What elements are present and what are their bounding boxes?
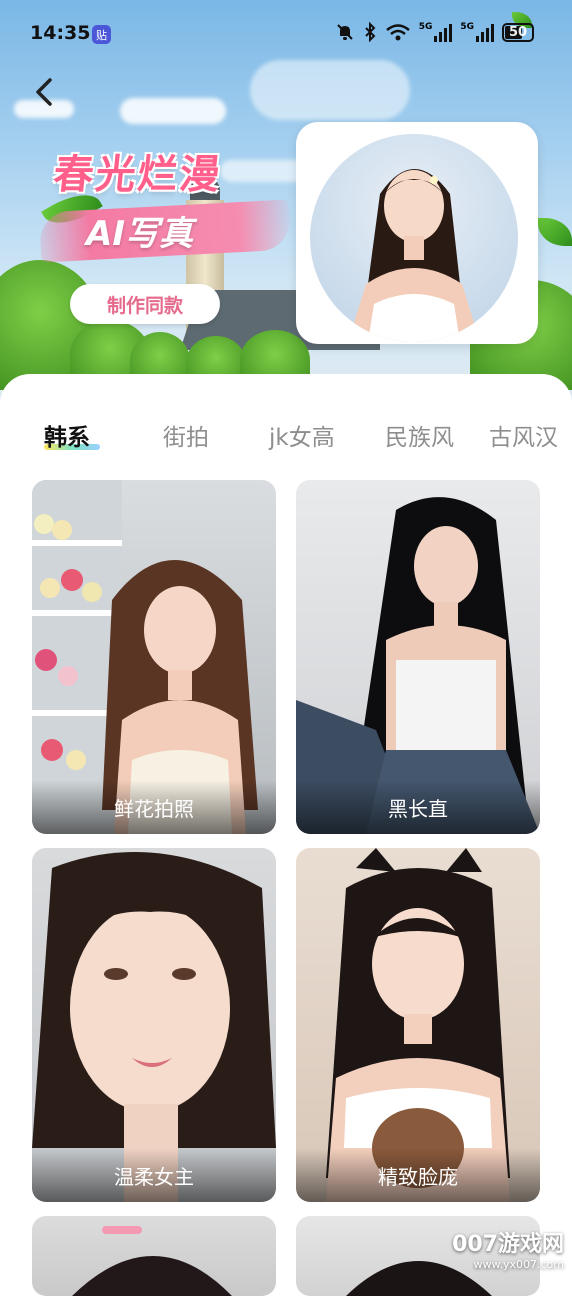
portrait-photo	[72, 1226, 232, 1296]
category-tabs: 韩系 街拍 jk女高 民族风 古风汉	[0, 418, 572, 458]
portrait-illustration	[348, 169, 480, 342]
cellular-signal-2: 5G	[460, 22, 494, 42]
tab-jk[interactable]: jk女高	[269, 418, 335, 452]
battery-icon: 50	[502, 22, 534, 42]
network-type-label: 5G	[418, 22, 433, 32]
tab-jiepai[interactable]: 街拍	[163, 418, 209, 452]
content-sheet: 韩系 街拍 jk女高 民族风 古风汉 鲜花拍照 黑长直 温柔女主 精致脸庞	[0, 374, 572, 1296]
clock: 14:35	[30, 22, 91, 44]
chevron-left-icon	[36, 78, 52, 106]
bluetooth-icon	[364, 22, 376, 42]
sticker-notification-icon: 贴	[92, 25, 111, 44]
battery-level: 50	[508, 24, 528, 40]
network-type-label: 5G	[460, 22, 474, 32]
status-bar: 14:35 贴 5G 5G 50	[0, 0, 572, 66]
tab-hanxi[interactable]: 韩系	[44, 418, 90, 452]
tab-minzufeng[interactable]: 民族风	[385, 418, 454, 452]
template-card[interactable]: 精致脸庞	[296, 848, 540, 1202]
hero-title: 春光烂漫	[51, 151, 225, 198]
cellular-signal-1: 5G	[419, 22, 453, 42]
card-caption: 鲜花拍照	[32, 780, 276, 834]
leaf-decoration	[538, 218, 572, 246]
tab-gufeng[interactable]: 古风汉	[489, 418, 558, 452]
template-card[interactable]	[32, 1216, 276, 1296]
signal-bars-icon	[434, 22, 453, 42]
mute-bell-icon	[336, 24, 353, 40]
template-card[interactable]: 温柔女主	[32, 848, 276, 1202]
watermark-url: www.yx007.com	[473, 1258, 564, 1271]
make-same-button[interactable]: 制作同款	[70, 284, 220, 324]
back-button[interactable]	[24, 72, 64, 112]
card-caption: 精致脸庞	[296, 1148, 540, 1202]
template-card[interactable]: 鲜花拍照	[32, 480, 276, 834]
sample-portrait	[310, 134, 518, 342]
card-caption: 温柔女主	[32, 1148, 276, 1202]
card-caption: 黑长直	[296, 780, 540, 834]
status-icons: 5G 5G 50	[335, 22, 534, 42]
cloud	[120, 98, 226, 124]
wifi-icon	[385, 24, 410, 41]
template-card[interactable]: 黑长直	[296, 480, 540, 834]
sample-preview-card[interactable]	[296, 122, 538, 344]
signal-bars-icon	[476, 22, 494, 42]
watermark: 007游戏网 www.yx007.com	[452, 1226, 564, 1271]
cloud	[250, 60, 410, 120]
watermark-brand: 007游戏网	[452, 1232, 564, 1257]
hero-subtitle: AI写真	[86, 214, 193, 254]
